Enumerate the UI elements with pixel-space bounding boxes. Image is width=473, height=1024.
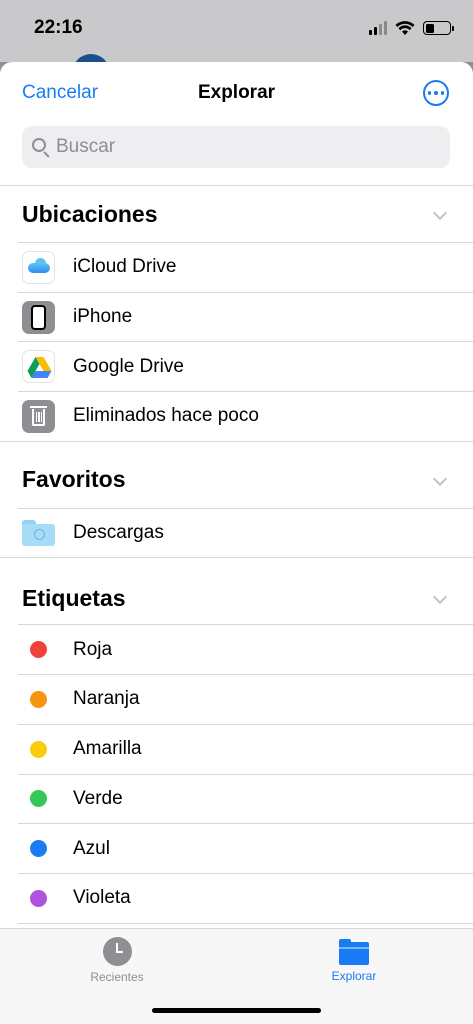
list-item-label: Violeta	[73, 887, 131, 909]
list-item-label: iCloud Drive	[73, 256, 177, 278]
location-item-icloud-drive[interactable]: iCloud Drive	[18, 242, 473, 292]
page-title: Explorar	[197, 82, 276, 103]
tag-item-blue[interactable]: Azul	[18, 823, 473, 873]
trash-icon	[22, 399, 55, 433]
list-item-label: Descargas	[73, 522, 164, 544]
tag-item-purple[interactable]: Violeta	[18, 872, 473, 923]
list-item-label: Roja	[73, 638, 113, 660]
location-item-iphone[interactable]: iPhone	[18, 291, 473, 342]
home-indicator	[152, 1008, 321, 1013]
purple-tag-dot-icon	[30, 889, 47, 907]
chevron-down-icon[interactable]	[432, 205, 448, 221]
section-header-favorites[interactable]: Favoritos	[0, 442, 473, 508]
section-title: Favoritos	[22, 466, 126, 493]
tab-label: Recientes	[90, 970, 144, 984]
chevron-down-icon[interactable]	[432, 590, 448, 605]
tag-item-yellow[interactable]: Amarilla	[18, 723, 473, 774]
list-item-label: Azul	[73, 837, 110, 859]
battery-icon	[423, 21, 454, 35]
section-title: Ubicaciones	[22, 200, 158, 227]
tab-label: Explorar	[331, 969, 377, 983]
clock-icon	[102, 937, 132, 966]
google-drive-icon	[22, 350, 55, 384]
location-item-google-drive[interactable]: Google Drive	[18, 341, 473, 391]
section-header-tags[interactable]: Etiquetas	[0, 558, 473, 624]
browse-sheet: Cancelar Explorar Ubicaciones iCloud Dri…	[0, 62, 473, 1024]
favorite-item-downloads[interactable]: Descargas	[18, 507, 473, 558]
section-header-locations[interactable]: Ubicaciones	[0, 186, 473, 242]
list-item-label: Eliminados hace poco	[73, 405, 259, 427]
status-time: 22:16	[34, 17, 83, 38]
navigation-bar: Cancelar Explorar	[0, 62, 473, 124]
section-title: Etiquetas	[22, 584, 126, 611]
browse-list: Ubicaciones iCloud Drive iPhone Google D…	[0, 185, 473, 924]
wifi-icon	[395, 20, 415, 35]
more-options-icon[interactable]	[423, 80, 449, 106]
tab-recents[interactable]: Recientes	[57, 937, 177, 984]
list-item-label: Amarilla	[73, 738, 142, 760]
list-item-label: Google Drive	[73, 355, 184, 377]
search-bar[interactable]	[22, 126, 450, 168]
green-tag-dot-icon	[30, 790, 47, 808]
chevron-down-icon[interactable]	[432, 471, 448, 486]
tag-item-green[interactable]: Verde	[18, 773, 473, 824]
iphone-icon	[22, 300, 55, 334]
search-icon	[32, 138, 50, 158]
icloud-icon	[22, 250, 55, 284]
cellular-signal-icon	[369, 21, 387, 35]
status-bar: 22:16	[0, 0, 473, 62]
tag-item-red[interactable]: Roja	[18, 624, 473, 674]
status-icons	[369, 18, 454, 38]
list-item-label: iPhone	[73, 306, 133, 328]
list-item-label: Naranja	[73, 688, 140, 710]
orange-tag-dot-icon	[30, 690, 47, 708]
search-input[interactable]	[56, 136, 416, 158]
blue-tag-dot-icon	[30, 840, 47, 858]
yellow-tag-dot-icon	[30, 740, 47, 758]
location-item-recently-deleted[interactable]: Eliminados hace poco	[18, 391, 473, 441]
tab-browse[interactable]: Explorar	[294, 937, 414, 983]
tag-item-orange[interactable]: Naranja	[18, 674, 473, 724]
list-item-label: Verde	[73, 787, 123, 809]
folder-icon	[339, 939, 369, 965]
red-tag-dot-icon	[30, 641, 47, 659]
downloads-folder-icon	[22, 517, 55, 550]
